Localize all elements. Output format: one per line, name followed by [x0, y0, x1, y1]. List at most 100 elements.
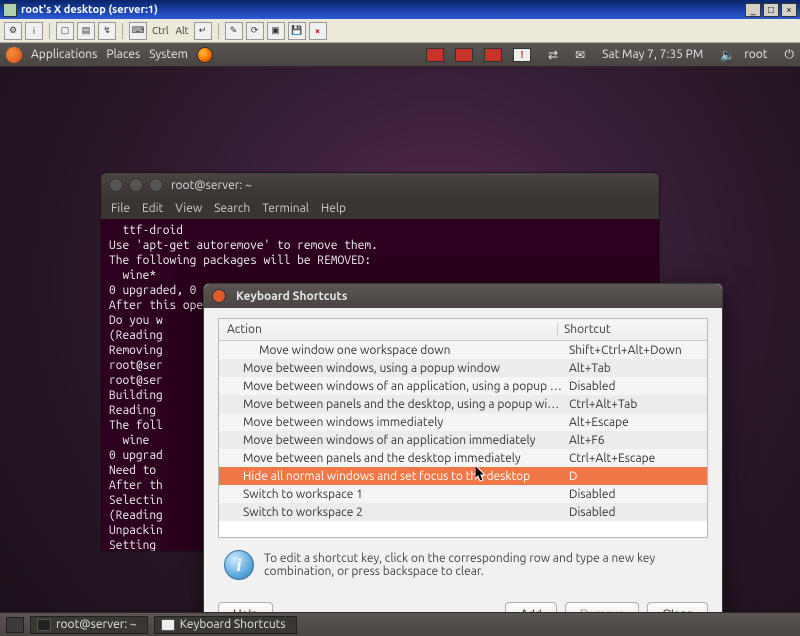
- vnc-tool-clipboard-icon[interactable]: ✎: [225, 22, 243, 40]
- menu-edit[interactable]: Edit: [142, 202, 163, 215]
- table-row[interactable]: Hide all normal windows and set focus to…: [219, 467, 707, 485]
- show-desktop-button[interactable]: [6, 617, 24, 633]
- menu-help[interactable]: Help: [321, 202, 346, 215]
- menu-places[interactable]: Places: [106, 48, 140, 61]
- menu-file[interactable]: File: [111, 202, 130, 215]
- row-shortcut: Disabled: [563, 488, 707, 501]
- row-shortcut: Alt+F6: [563, 434, 707, 447]
- row-shortcut: D: [563, 470, 707, 483]
- power-icon[interactable]: ⏻: [785, 48, 795, 62]
- menu-view[interactable]: View: [175, 202, 202, 215]
- row-shortcut: Alt+Escape: [563, 416, 707, 429]
- gnome-panel-bottom: root@server: ~ Keyboard Shortcuts: [0, 612, 800, 636]
- vnc-ctrl-label: Ctrl: [150, 25, 170, 36]
- row-shortcut: Disabled: [563, 380, 707, 393]
- taskbar-item[interactable]: Keyboard Shortcuts: [154, 616, 297, 634]
- indicator-alert[interactable]: !: [513, 48, 531, 62]
- keyboard-shortcuts-dialog: Keyboard Shortcuts Action Shortcut Move …: [203, 283, 723, 636]
- dialog-title: Keyboard Shortcuts: [236, 290, 347, 303]
- vnc-tool-options-icon[interactable]: ⚙: [4, 22, 22, 40]
- vnc-tool-disconnect-icon[interactable]: ×: [309, 22, 327, 40]
- dialog-titlebar[interactable]: Keyboard Shortcuts: [204, 284, 722, 308]
- gnome-panel-top: Applications Places System ! ⇄ ✉ Sat May…: [0, 43, 800, 67]
- dialog-close-button[interactable]: [212, 289, 226, 303]
- vnc-titlebar: root's X desktop (server:1) _ □ ×: [0, 0, 800, 19]
- table-row[interactable]: Switch to workspace 2Disabled: [219, 503, 707, 521]
- indicator-1[interactable]: [426, 48, 444, 62]
- vnc-tool-save-icon[interactable]: 💾: [288, 22, 306, 40]
- menu-search[interactable]: Search: [214, 202, 250, 215]
- vnc-app-icon: [3, 3, 17, 17]
- network-icon[interactable]: ⇄: [548, 48, 558, 62]
- row-action: Move between windows immediately: [219, 416, 563, 429]
- user-menu[interactable]: root: [744, 48, 767, 61]
- panel-clock[interactable]: Sat May 7, 7:35 PM: [602, 48, 703, 61]
- vnc-tool-info-icon[interactable]: i: [25, 22, 43, 40]
- row-action: Move between panels and the desktop imme…: [219, 452, 563, 465]
- terminal-minimize-button[interactable]: [129, 178, 143, 192]
- row-action: Hide all normal windows and set focus to…: [219, 470, 563, 483]
- row-action: Move between windows, using a popup wind…: [219, 362, 563, 375]
- keyboard-icon: [161, 619, 175, 631]
- vnc-maximize-button[interactable]: □: [763, 3, 779, 17]
- hint-row: i To edit a shortcut key, click on the c…: [224, 550, 702, 580]
- vnc-tool-toolbar2-icon[interactable]: ▤: [77, 22, 95, 40]
- row-action: Move between windows of an application, …: [219, 380, 563, 393]
- menu-terminal[interactable]: Terminal: [262, 202, 309, 215]
- shortcuts-list: Action Shortcut Move window one workspac…: [218, 318, 708, 538]
- row-shortcut: Shift+Ctrl+Alt+Down: [563, 344, 707, 357]
- vnc-minimize-button[interactable]: _: [745, 3, 761, 17]
- row-action: Switch to workspace 1: [219, 488, 563, 501]
- row-action: Move between windows of an application i…: [219, 434, 563, 447]
- taskbar-label: Keyboard Shortcuts: [180, 618, 286, 631]
- table-row[interactable]: Move between windows, using a popup wind…: [219, 359, 707, 377]
- terminal-titlebar[interactable]: root@server: ~: [101, 173, 659, 197]
- terminal-icon: [37, 619, 51, 631]
- vnc-tool-refresh-icon[interactable]: ⟳: [246, 22, 264, 40]
- terminal-close-button[interactable]: [109, 178, 123, 192]
- vnc-tool-fullscreen-icon[interactable]: ▢: [56, 22, 74, 40]
- list-rows[interactable]: Move window one workspace downShift+Ctrl…: [219, 341, 707, 538]
- vnc-toolbar-separator: [122, 23, 123, 39]
- volume-icon[interactable]: 🔈: [720, 48, 735, 62]
- vnc-tool-cad-icon[interactable]: ↯: [98, 22, 116, 40]
- indicator-2[interactable]: [455, 48, 473, 62]
- terminal-maximize-button[interactable]: [149, 178, 163, 192]
- vnc-tool-ctrl-toggle[interactable]: ⌨: [129, 22, 147, 40]
- col-action[interactable]: Action: [219, 323, 557, 336]
- vnc-toolbar-separator: [218, 23, 219, 39]
- menu-applications[interactable]: Applications: [31, 48, 97, 61]
- table-row[interactable]: Move between windows immediatelyAlt+Esca…: [219, 413, 707, 431]
- indicator-3[interactable]: [484, 48, 502, 62]
- table-row[interactable]: Move between panels and the desktop imme…: [219, 449, 707, 467]
- vnc-tool-newconn-icon[interactable]: ▣: [267, 22, 285, 40]
- table-row[interactable]: Move between panels and the desktop, usi…: [219, 395, 707, 413]
- vnc-tool-send-key-icon[interactable]: ↵: [194, 22, 212, 40]
- vnc-window-title: root's X desktop (server:1): [21, 4, 743, 16]
- taskbar-label: root@server: ~: [56, 618, 137, 631]
- vnc-alt-label: Alt: [173, 25, 190, 36]
- terminal-title: root@server: ~: [171, 179, 252, 192]
- row-action: Move between panels and the desktop, usi…: [219, 398, 563, 411]
- ubuntu-logo-icon[interactable]: [6, 47, 22, 63]
- table-row[interactable]: Move window one workspace downShift+Ctrl…: [219, 341, 707, 359]
- vnc-toolbar: ⚙ i ▢ ▤ ↯ ⌨ Ctrl Alt ↵ ✎ ⟳ ▣ 💾 ×: [0, 19, 800, 43]
- firefox-launcher-icon[interactable]: [197, 47, 213, 63]
- taskbar-item[interactable]: root@server: ~: [30, 616, 148, 634]
- vnc-close-button[interactable]: ×: [781, 3, 797, 17]
- table-row[interactable]: Switch to workspace 1Disabled: [219, 485, 707, 503]
- row-action: Move window one workspace down: [219, 344, 563, 357]
- vnc-toolbar-separator: [49, 23, 50, 39]
- mail-icon[interactable]: ✉: [575, 48, 585, 62]
- table-row[interactable]: Move between windows of an application i…: [219, 431, 707, 449]
- col-shortcut[interactable]: Shortcut: [557, 323, 707, 336]
- table-row[interactable]: Move between windows of an application, …: [219, 377, 707, 395]
- taskbar: root@server: ~ Keyboard Shortcuts: [30, 616, 297, 634]
- row-shortcut: Alt+Tab: [563, 362, 707, 375]
- menu-system[interactable]: System: [149, 48, 188, 61]
- row-shortcut: Ctrl+Alt+Tab: [563, 398, 707, 411]
- terminal-menubar: File Edit View Search Terminal Help: [101, 197, 659, 219]
- guest-desktop: Applications Places System ! ⇄ ✉ Sat May…: [0, 43, 800, 636]
- row-action: Switch to workspace 2: [219, 506, 563, 519]
- row-shortcut: Ctrl+Alt+Escape: [563, 452, 707, 465]
